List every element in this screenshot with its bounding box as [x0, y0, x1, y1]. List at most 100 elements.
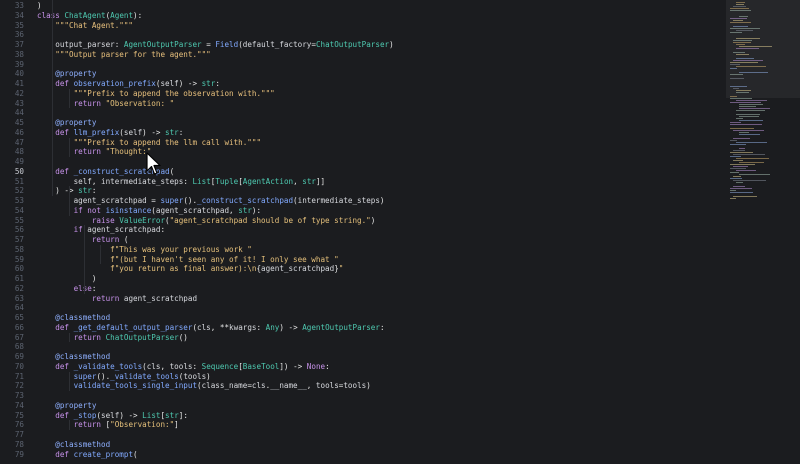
code-token: cls [251, 381, 266, 391]
code-line[interactable]: 43 return "Observation: " [0, 99, 724, 109]
minimap-line [733, 180, 766, 181]
line-number: 65 [14, 313, 24, 322]
code-line[interactable]: 68 [0, 342, 724, 352]
minimap-line [730, 22, 751, 23]
line-number: 64 [14, 303, 24, 313]
code-token: , [229, 205, 239, 215]
code-token: agent_scratchpad [37, 196, 147, 205]
code-line[interactable]: 67 return ChatOutputParser() [0, 333, 724, 343]
code-line[interactable]: 69 @classmethod [0, 352, 724, 362]
code-token: @property [37, 118, 97, 127]
code-line[interactable]: 51 self, intermediate_steps: List[Tuple[… [0, 177, 724, 187]
minimap-line [730, 124, 762, 125]
code-line[interactable]: 55 raise ValueError("agent_scratchpad sh… [0, 216, 724, 226]
code-line[interactable]: 38 """Output parser for the agent.""" [0, 50, 724, 60]
code-line[interactable]: 75 def _stop(self) -> List[str]: [0, 411, 724, 421]
code-line[interactable]: 71 super()._validate_tools(tools) [0, 372, 724, 382]
code-line[interactable]: 37 output_parser: AgentOutputParser = Fi… [0, 40, 724, 50]
code-line[interactable]: 52 ) -> str: [0, 186, 724, 196]
code-token: ( [133, 449, 138, 459]
code-text: raise ValueError("agent_scratchpad shoul… [37, 216, 375, 226]
code-line[interactable]: 49 [0, 157, 724, 167]
minimap-line [736, 66, 766, 67]
code-token: def [37, 361, 74, 371]
code-line[interactable]: 73 [0, 391, 724, 401]
code-token: str [201, 79, 216, 88]
line-number: 59 [14, 254, 24, 264]
line-number: 56 [14, 225, 24, 235]
code-token: ]] [315, 176, 326, 186]
code-line[interactable]: 64 [0, 303, 724, 313]
code-line[interactable]: 45 @property [0, 118, 724, 128]
code-token: ChatOutputParser [105, 332, 179, 342]
code-line[interactable]: 65 @classmethod [0, 313, 724, 323]
code-text: @property [37, 69, 96, 79]
code-line[interactable]: 47 """Prefix to append the llm call with… [0, 138, 724, 148]
code-line[interactable]: 63 return agent_scratchpad [0, 294, 724, 304]
code-line[interactable]: 66 def _get_default_output_parser(cls, *… [0, 323, 724, 333]
code-token: : [114, 40, 124, 49]
code-line[interactable]: 42 """Prefix to append the observation w… [0, 89, 724, 99]
code-token: agent_scratchpad [87, 225, 161, 235]
minimap-line [730, 144, 746, 145]
code-token: f"This was your previous work " [37, 244, 252, 254]
minimap-line [739, 132, 749, 133]
code-line[interactable]: 77 [0, 430, 724, 440]
code-token: ] [174, 420, 179, 430]
code-token: : [91, 186, 97, 196]
minimap-line [730, 98, 752, 99]
line-number: 66 [14, 322, 24, 332]
code-token: return [37, 420, 106, 430]
code-line[interactable]: 41 def observation_prefix(self) -> str: [0, 79, 724, 89]
code-line[interactable]: 35 """Chat Agent.""" [0, 21, 724, 31]
minimap-viewport[interactable] [726, 0, 800, 98]
code-token: : [192, 361, 202, 371]
code-line[interactable]: 74 @property [0, 401, 724, 411]
code-text: """Prefix to append the observation with… [37, 89, 275, 99]
code-line[interactable]: 60 f"you return as final answer):\n{agen… [0, 264, 724, 274]
code-token: str [302, 176, 316, 186]
code-line[interactable]: 50 def _construct_scratchpad( [0, 167, 724, 177]
code-token: ) -> [37, 186, 79, 196]
code-token: ) [37, 274, 97, 283]
code-line[interactable]: 78 @classmethod [0, 440, 724, 450]
code-token: self [123, 127, 143, 137]
minimap[interactable] [726, 0, 800, 464]
code-line[interactable]: 61 ) [0, 274, 724, 284]
minimap-line [730, 8, 749, 9]
code-line[interactable]: 62 else: [0, 284, 724, 294]
code-line[interactable]: 70 def _validate_tools(cls, tools: Seque… [0, 362, 724, 372]
code-token: f"you return as final answer):\n [37, 264, 257, 274]
code-text: """Prefix to append the llm call with.""… [37, 138, 261, 148]
code-line[interactable]: 39 [0, 60, 724, 70]
line-number: 68 [14, 342, 24, 352]
code-editor[interactable]: 33) 34 class ChatAgent(Agent): 35 """Chat A… [0, 0, 800, 464]
code-line[interactable]: 36 [0, 30, 724, 40]
code-line[interactable]: 76 return ["Observation:"] [0, 420, 724, 430]
code-text: @property [37, 118, 96, 128]
code-line[interactable]: 59 f"(but I haven't seen any of it! I on… [0, 255, 724, 265]
code-line[interactable]: 48 return "Thought:" [0, 147, 724, 157]
code-line[interactable]: 57 return ( [0, 235, 724, 245]
code-line[interactable]: 33) [0, 1, 724, 11]
code-line[interactable]: 40 @property [0, 69, 724, 79]
code-token: ( [123, 235, 129, 244]
code-line[interactable]: 72 validate_tools_single_input(class_nam… [0, 381, 724, 391]
code-line[interactable]: 53 agent_scratchpad = super()._construct… [0, 196, 724, 206]
code-token: ) -> [142, 127, 166, 137]
code-line[interactable]: 46 def llm_prefix(self) -> str: [0, 128, 724, 138]
code-line[interactable]: 34 class ChatAgent(Agent): [0, 11, 724, 21]
code-line[interactable]: 44 [0, 108, 724, 118]
code-token: """Output parser for the agent.""" [37, 49, 211, 59]
code-line[interactable]: 54 if not isinstance(agent_scratchpad, s… [0, 206, 724, 216]
minimap-line [733, 130, 764, 131]
code-line[interactable]: 79 def create_prompt( [0, 450, 724, 460]
code-token: if not [37, 205, 106, 215]
code-area[interactable]: 33) 34 class ChatAgent(Agent): 35 """Chat A… [0, 0, 724, 464]
indent-guide [52, 0, 53, 196]
code-line[interactable]: 56 if agent_scratchpad: [0, 225, 724, 235]
code-line[interactable]: 58 f"This was your previous work " [0, 245, 724, 255]
code-token: AgentOutputParser [302, 322, 380, 332]
line-number: 33 [14, 1, 24, 10]
minimap-line [736, 58, 754, 59]
